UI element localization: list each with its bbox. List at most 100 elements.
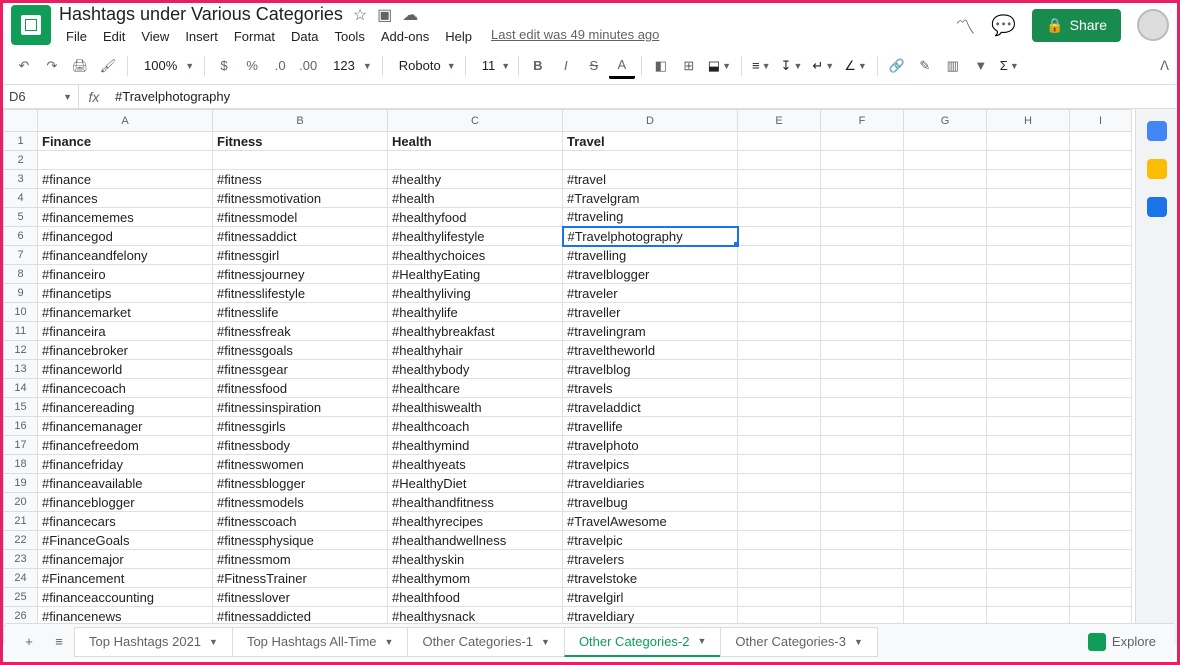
cell-C18[interactable]: #healthyeats bbox=[388, 455, 563, 474]
cell-G21[interactable] bbox=[904, 512, 987, 531]
cell-E8[interactable] bbox=[738, 265, 821, 284]
cell-C1[interactable]: Health bbox=[388, 132, 563, 151]
cell-E13[interactable] bbox=[738, 360, 821, 379]
cell-H1[interactable] bbox=[987, 132, 1070, 151]
cell-F13[interactable] bbox=[821, 360, 904, 379]
cell-D16[interactable]: #travellife bbox=[563, 417, 738, 436]
cell-E12[interactable] bbox=[738, 341, 821, 360]
cell-D8[interactable]: #travelblogger bbox=[563, 265, 738, 284]
cell-A14[interactable]: #financecoach bbox=[38, 379, 213, 398]
cell-B5[interactable]: #fitnessmodel bbox=[213, 208, 388, 227]
cell-D2[interactable] bbox=[563, 151, 738, 170]
sheet-tab[interactable]: Other Categories-3▼ bbox=[720, 627, 877, 657]
cell-D24[interactable]: #travelstoke bbox=[563, 569, 738, 588]
cell-I23[interactable] bbox=[1070, 550, 1132, 569]
cell-I24[interactable] bbox=[1070, 569, 1132, 588]
cell-I25[interactable] bbox=[1070, 588, 1132, 607]
cell-F25[interactable] bbox=[821, 588, 904, 607]
cell-G7[interactable] bbox=[904, 246, 987, 265]
col-header-E[interactable]: E bbox=[738, 110, 821, 132]
cell-H5[interactable] bbox=[987, 208, 1070, 227]
cell-I4[interactable] bbox=[1070, 189, 1132, 208]
row-header[interactable]: 2 bbox=[4, 151, 38, 170]
row-header[interactable]: 9 bbox=[4, 284, 38, 303]
comments-icon[interactable]: 💬 bbox=[991, 13, 1016, 38]
cell-B20[interactable]: #fitnessmodels bbox=[213, 493, 388, 512]
cell-G23[interactable] bbox=[904, 550, 987, 569]
cell-F4[interactable] bbox=[821, 189, 904, 208]
cell-E21[interactable] bbox=[738, 512, 821, 531]
cell-B18[interactable]: #fitnesswomen bbox=[213, 455, 388, 474]
borders-button[interactable]: ⊞ bbox=[676, 53, 702, 79]
cell-C23[interactable]: #healthyskin bbox=[388, 550, 563, 569]
cell-B8[interactable]: #fitnessjourney bbox=[213, 265, 388, 284]
cell-I13[interactable] bbox=[1070, 360, 1132, 379]
formula-bar[interactable]: #Travelphotography bbox=[109, 89, 1177, 104]
cell-I12[interactable] bbox=[1070, 341, 1132, 360]
cell-A3[interactable]: #finance bbox=[38, 170, 213, 189]
cell-A5[interactable]: #financememes bbox=[38, 208, 213, 227]
cell-F8[interactable] bbox=[821, 265, 904, 284]
row-header[interactable]: 21 bbox=[4, 512, 38, 531]
cell-H8[interactable] bbox=[987, 265, 1070, 284]
cell-E15[interactable] bbox=[738, 398, 821, 417]
cell-D23[interactable]: #travelers bbox=[563, 550, 738, 569]
cell-B7[interactable]: #fitnessgirl bbox=[213, 246, 388, 265]
cell-C21[interactable]: #healthyrecipes bbox=[388, 512, 563, 531]
cell-B25[interactable]: #fitnesslover bbox=[213, 588, 388, 607]
row-header[interactable]: 3 bbox=[4, 170, 38, 189]
cell-B12[interactable]: #fitnessgoals bbox=[213, 341, 388, 360]
cell-C7[interactable]: #healthychoices bbox=[388, 246, 563, 265]
cell-F1[interactable] bbox=[821, 132, 904, 151]
cell-C25[interactable]: #healthfood bbox=[388, 588, 563, 607]
cell-I2[interactable] bbox=[1070, 151, 1132, 170]
cell-C8[interactable]: #HealthyEating bbox=[388, 265, 563, 284]
cell-G22[interactable] bbox=[904, 531, 987, 550]
row-header[interactable]: 12 bbox=[4, 341, 38, 360]
zoom-dropdown[interactable]: 100%▼ bbox=[134, 58, 198, 73]
cell-A23[interactable]: #financemajor bbox=[38, 550, 213, 569]
cell-F5[interactable] bbox=[821, 208, 904, 227]
redo-button[interactable]: ↷ bbox=[39, 53, 65, 79]
cell-E20[interactable] bbox=[738, 493, 821, 512]
cell-I19[interactable] bbox=[1070, 474, 1132, 493]
cell-C11[interactable]: #healthybreakfast bbox=[388, 322, 563, 341]
menu-insert[interactable]: Insert bbox=[178, 27, 225, 46]
decrease-decimal-button[interactable]: .0 bbox=[267, 53, 293, 79]
cell-I21[interactable] bbox=[1070, 512, 1132, 531]
cell-I10[interactable] bbox=[1070, 303, 1132, 322]
cell-B15[interactable]: #fitnessinspiration bbox=[213, 398, 388, 417]
row-header[interactable]: 23 bbox=[4, 550, 38, 569]
cell-C24[interactable]: #healthymom bbox=[388, 569, 563, 588]
cell-F22[interactable] bbox=[821, 531, 904, 550]
row-header[interactable]: 1 bbox=[4, 132, 38, 151]
cell-B19[interactable]: #fitnessblogger bbox=[213, 474, 388, 493]
row-header[interactable]: 13 bbox=[4, 360, 38, 379]
cell-D21[interactable]: #TravelAwesome bbox=[563, 512, 738, 531]
cell-G19[interactable] bbox=[904, 474, 987, 493]
cell-E24[interactable] bbox=[738, 569, 821, 588]
cell-E6[interactable] bbox=[738, 227, 821, 246]
cell-H16[interactable] bbox=[987, 417, 1070, 436]
cell-H7[interactable] bbox=[987, 246, 1070, 265]
cell-F11[interactable] bbox=[821, 322, 904, 341]
cell-D6[interactable]: #Travelphotography bbox=[563, 227, 738, 246]
cell-C5[interactable]: #healthyfood bbox=[388, 208, 563, 227]
col-header-D[interactable]: D bbox=[563, 110, 738, 132]
link-button[interactable]: 🔗 bbox=[884, 53, 910, 79]
menu-view[interactable]: View bbox=[134, 27, 176, 46]
cell-B11[interactable]: #fitnessfreak bbox=[213, 322, 388, 341]
cell-I3[interactable] bbox=[1070, 170, 1132, 189]
cell-B9[interactable]: #fitnesslifestyle bbox=[213, 284, 388, 303]
cell-G12[interactable] bbox=[904, 341, 987, 360]
cell-H14[interactable] bbox=[987, 379, 1070, 398]
cell-G1[interactable] bbox=[904, 132, 987, 151]
cell-C22[interactable]: #healthandwellness bbox=[388, 531, 563, 550]
merge-dropdown[interactable]: ⬓▼ bbox=[704, 58, 735, 74]
increase-decimal-button[interactable]: .00 bbox=[295, 53, 321, 79]
menu-help[interactable]: Help bbox=[438, 27, 479, 46]
cell-D20[interactable]: #travelbug bbox=[563, 493, 738, 512]
cell-F21[interactable] bbox=[821, 512, 904, 531]
filter-button[interactable]: ▼ bbox=[968, 53, 994, 79]
cell-E19[interactable] bbox=[738, 474, 821, 493]
